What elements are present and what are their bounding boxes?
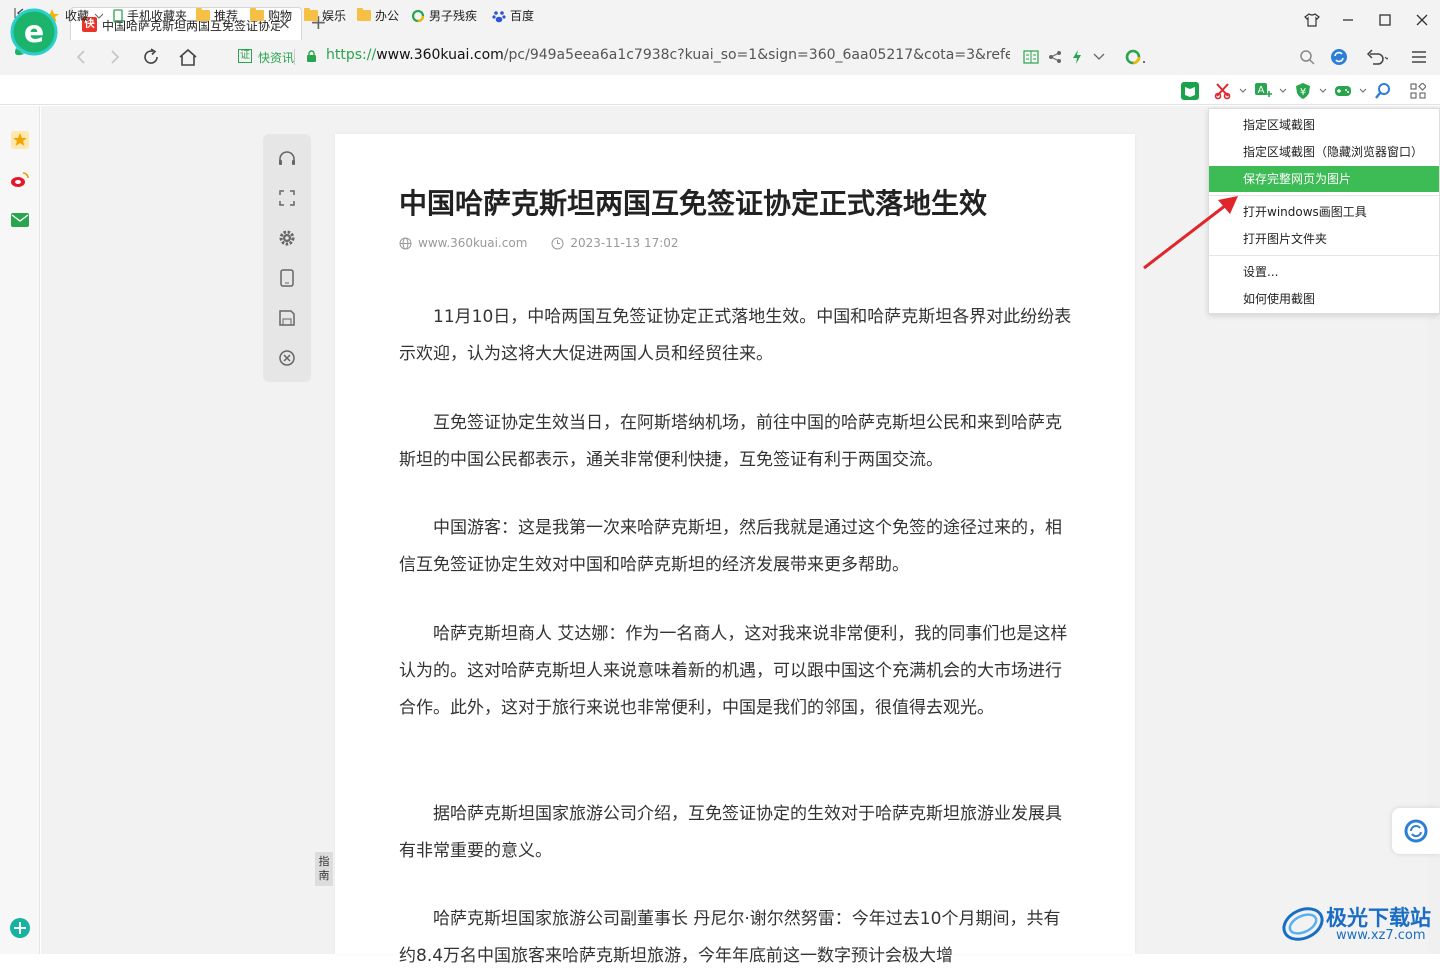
folder-icon [250, 8, 264, 21]
bookmark-label: 手机收藏夹 [127, 9, 188, 23]
skin-shirt-icon[interactable] [1300, 10, 1324, 30]
article-paragraph: 据哈萨克斯坦国家旅游公司介绍，互免签证协定的生效对于哈萨克斯坦旅游业发展具有非常… [399, 804, 1062, 861]
apps-grid-icon[interactable] [1409, 82, 1427, 100]
forward-icon[interactable] [104, 46, 126, 68]
menu-item-region-capture[interactable]: 指定区域截图 [1209, 112, 1439, 138]
address-bar[interactable]: 证 快资讯 https://www.360kuai.com/pc/949a5ee… [228, 45, 1118, 70]
watermark: 极光下载站 www.xz7.com [1278, 896, 1438, 950]
add-sidebar-icon[interactable] [9, 917, 31, 939]
article-paragraph: 11月10日，中哈两国互免签证协定正式落地生效。中国和哈萨克斯坦各界对此纷纷表示… [399, 307, 1072, 364]
article-source[interactable]: www.360kuai.com [418, 236, 527, 250]
bookmark-folder[interactable]: 娱乐 [304, 7, 346, 24]
lightning-icon[interactable] [1066, 46, 1088, 68]
folder-icon [196, 8, 210, 21]
bookmark-label: 百度 [510, 9, 535, 23]
bookmark-link[interactable]: 百度 [492, 7, 534, 24]
url-text[interactable]: https://www.360kuai.com/pc/949a5eea6a1c7… [326, 47, 1010, 63]
close-reader-icon[interactable] [277, 348, 297, 368]
translate-extension-icon[interactable]: A [1254, 82, 1272, 100]
bookmark-link[interactable]: 男子残疾 [411, 7, 477, 24]
magnifier-extension-icon[interactable] [1374, 82, 1392, 100]
left-sidebar [0, 106, 40, 954]
chevron-down-icon[interactable] [1088, 46, 1110, 68]
chevron-down-icon[interactable] [1314, 82, 1332, 100]
browser-logo-icon[interactable]: e [10, 8, 60, 60]
lock-icon [307, 50, 316, 62]
clock-icon [551, 237, 564, 249]
search-circle-icon [411, 9, 425, 22]
sync-ring-icon [1404, 819, 1428, 843]
bookmark-label: 娱乐 [322, 9, 347, 23]
url-path: /pc/949a5eea6a1c7938c?kuai_so=1&sign=360… [503, 47, 1010, 63]
save-disk-icon[interactable] [277, 308, 297, 328]
url-host: www.360kuai.com [376, 47, 504, 63]
game-controller-icon[interactable] [1334, 82, 1352, 100]
search-icon[interactable] [1296, 46, 1318, 68]
mail-icon[interactable] [9, 209, 31, 231]
refresh-icon[interactable] [140, 46, 162, 68]
bookmark-label: 推荐 [214, 9, 239, 23]
verified-icon: 证 [238, 49, 252, 63]
watermark-logo-icon [1282, 907, 1324, 941]
green-book-extension-icon[interactable] [1181, 82, 1199, 100]
maximize-icon[interactable] [1373, 10, 1397, 30]
chevron-down-icon [94, 13, 104, 19]
bookmark-folder[interactable]: 推荐 [196, 7, 238, 24]
bookmark-mobile[interactable]: 手机收藏夹 [113, 7, 187, 24]
article-paragraph: 互免签证协定生效当日，在阿斯塔纳机场，前往中国的哈萨克斯坦公民和来到哈萨克斯坦的… [399, 413, 1062, 470]
sync-icon[interactable] [1328, 46, 1350, 68]
undo-icon[interactable] [1366, 46, 1388, 68]
send-to-phone-icon[interactable] [277, 268, 297, 288]
phone-icon [113, 8, 123, 23]
url-scheme: https:// [326, 47, 377, 63]
menu-item-help[interactable]: 如何使用截图 [1209, 286, 1439, 312]
menu-item-region-capture-hidden[interactable]: 指定区域截图（隐藏浏览器窗口） [1209, 139, 1439, 165]
svg-text:A: A [1258, 85, 1265, 96]
globe-icon [399, 237, 412, 249]
bookmark-label: 购物 [268, 9, 293, 23]
bookmark-label: 办公 [375, 9, 400, 23]
search-engine-icon[interactable] [1124, 46, 1146, 68]
svg-text:¥: ¥ [1300, 87, 1306, 98]
close-window-icon[interactable] [1410, 10, 1434, 30]
bookmark-folder[interactable]: 办公 [357, 7, 399, 24]
bookmark-folder[interactable]: 购物 [250, 7, 292, 24]
screenshot-scissors-icon[interactable] [1214, 82, 1232, 100]
reader-mode-icon[interactable] [1020, 46, 1042, 68]
bookmark-label: 收藏 [65, 9, 90, 23]
reader-toolbar [263, 134, 311, 382]
minimize-icon[interactable] [1336, 10, 1360, 30]
bookmark-label: 男子残疾 [429, 9, 478, 23]
favorites-star-icon[interactable] [9, 129, 31, 151]
folder-icon [357, 8, 371, 21]
settings-gear-icon[interactable] [277, 228, 297, 248]
home-icon[interactable] [177, 46, 199, 68]
share-icon[interactable] [1044, 46, 1066, 68]
chevron-down-icon[interactable] [1354, 82, 1372, 100]
annotation-arrow [1143, 196, 1238, 270]
chevron-down-icon[interactable] [1274, 82, 1292, 100]
chevron-down-icon[interactable] [1234, 82, 1252, 100]
shield-yen-extension-icon[interactable]: ¥ [1294, 82, 1312, 100]
menu-icon[interactable] [1408, 46, 1430, 68]
article-meta: www.360kuai.com 2023-11-13 17:02 [399, 236, 679, 250]
floating-assistant-button[interactable] [1392, 808, 1440, 854]
fullscreen-icon[interactable] [277, 188, 297, 208]
svg-text:e: e [24, 15, 44, 50]
article-paragraph: 中国游客：这是我第一次来哈萨克斯坦，然后我就是通过这个免签的途径过来的，相信互免… [399, 518, 1062, 575]
address-divider [294, 49, 295, 65]
back-icon[interactable] [70, 46, 92, 68]
article-paragraph: 哈萨克斯坦国家旅游公司副董事长 丹尼尔·谢尔然努雷：今年过去10个月期间，共有约… [399, 909, 1061, 966]
watermark-url: www.xz7.com [1336, 928, 1426, 943]
baidu-paw-icon [492, 10, 506, 22]
weibo-icon[interactable] [9, 169, 31, 191]
guide-tab[interactable]: 指南 [315, 852, 333, 886]
verified-site-label: 快资讯 [258, 51, 295, 65]
article-title: 中国哈萨克斯坦两国互免签证协定正式落地生效 [399, 187, 988, 220]
article-paragraph: 哈萨克斯坦商人 艾达娜：作为一名商人，这对我来说非常便利，我的同事们也是这样认为… [399, 624, 1068, 718]
article-card: 中国哈萨克斯坦两国互免签证协定正式落地生效 www.360kuai.com 20… [335, 134, 1135, 966]
article-datetime: 2023-11-13 17:02 [570, 236, 679, 250]
headphones-icon[interactable] [277, 148, 297, 168]
folder-icon [304, 8, 318, 21]
